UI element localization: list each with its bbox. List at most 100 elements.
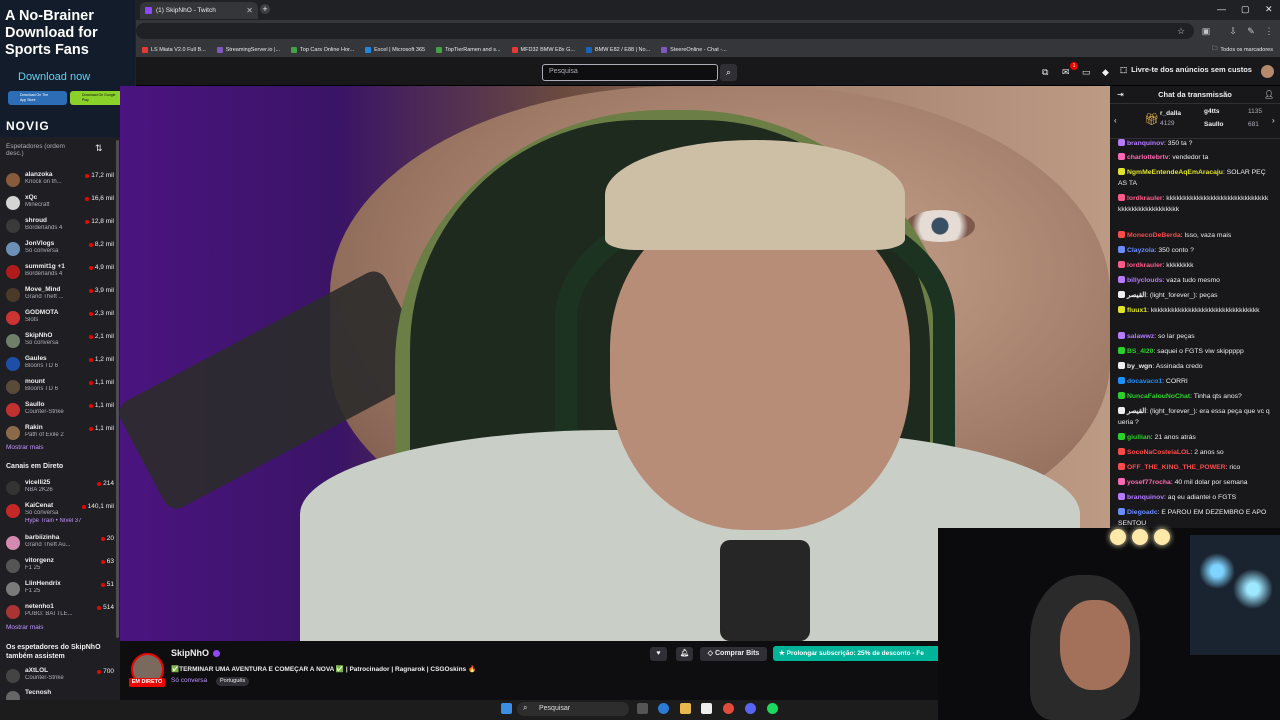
collapse-chat-icon[interactable]: ⇥ xyxy=(1117,90,1124,99)
bookmark-item[interactable]: StreamingServer.io |... xyxy=(216,46,280,53)
browser-menu-icon[interactable]: ⋮ xyxy=(1262,24,1276,38)
bookmark-item[interactable]: SteereOnline - Chat -... xyxy=(661,46,727,53)
sidebar-channel[interactable]: Move_Mind Grand Theft ... 3,9 mil xyxy=(0,284,114,307)
chat-username[interactable]: branquinov xyxy=(1127,494,1164,501)
new-tab-button[interactable]: + xyxy=(260,4,270,14)
chat-username[interactable]: BS_4l20 xyxy=(1127,348,1153,355)
start-menu-icon[interactable] xyxy=(501,703,512,714)
language-tag[interactable]: Português xyxy=(216,677,250,686)
download-icon[interactable]: ⇩ xyxy=(1226,24,1240,38)
chat-username[interactable]: القيصر xyxy=(1127,408,1146,415)
bookmark-star-icon[interactable]: ☆ xyxy=(1174,24,1188,38)
gifter-name[interactable]: Saullo xyxy=(1204,121,1224,128)
taskbar-search-input[interactable]: Pesquisar xyxy=(517,702,629,716)
sidebar-channel[interactable]: SkipNhO Só conversa 2,1 mil xyxy=(0,330,114,353)
bits-icon[interactable]: ◆ xyxy=(1102,67,1109,78)
inbox-icon[interactable]: ✉ xyxy=(1062,67,1070,78)
sidebar-channel[interactable]: vitorgenz F1 25 63 xyxy=(0,555,114,578)
chevron-left-icon[interactable]: ‹ xyxy=(1114,116,1117,125)
gifter-name[interactable]: r_dalla xyxy=(1160,110,1181,117)
chat-username[interactable]: SocoNaCosteiaLOL xyxy=(1127,449,1190,456)
sidebar-channel[interactable]: alanzoka Knock on th... 17,2 mil xyxy=(0,169,114,192)
close-window-icon[interactable]: ✕ xyxy=(1265,4,1273,15)
show-more-followed-link[interactable]: Mostrar mais xyxy=(6,444,44,451)
discord-icon[interactable] xyxy=(745,703,756,714)
show-more-live-link[interactable]: Mostrar mais xyxy=(6,624,44,631)
chat-username[interactable]: by_wgn xyxy=(1127,363,1152,370)
sidebar-scrollbar[interactable] xyxy=(116,140,119,638)
sidebar-channel[interactable]: summit1g +1 Borderlands 4 4,9 mil xyxy=(0,261,114,284)
app-store-button[interactable]: Download On The App Store xyxy=(8,91,67,105)
chat-username[interactable]: Clayzola xyxy=(1127,247,1155,254)
sidebar-channel[interactable]: Saullo Counter-Strike 1,1 mil xyxy=(0,399,114,422)
sidebar-channel[interactable]: Tecnosh xyxy=(0,687,114,700)
bookmark-item[interactable]: BMW E82 / E88 | No... xyxy=(585,46,650,53)
address-bar[interactable] xyxy=(136,23,1194,39)
sidebar-channel[interactable]: netenho1 PUBG: BATTLE... 514 xyxy=(0,601,114,624)
chat-username[interactable]: fluux1 xyxy=(1127,307,1147,314)
search-input[interactable]: Pesquisa xyxy=(542,64,718,81)
chat-username[interactable]: charlottebrtv xyxy=(1127,154,1169,161)
sidebar-channel[interactable]: xQc Minecraft 16,6 mil xyxy=(0,192,114,215)
chat-username[interactable]: giullian xyxy=(1127,434,1151,441)
chat-username[interactable]: docavaco1 xyxy=(1127,378,1162,385)
follow-heart-button[interactable]: ♥ xyxy=(650,647,667,661)
user-avatar[interactable] xyxy=(1261,65,1274,78)
sidebar-channel[interactable]: GODMOTA Slots 2,3 mil xyxy=(0,307,114,330)
spotify-icon[interactable] xyxy=(767,703,778,714)
prime-loot-icon[interactable]: ⧉ xyxy=(1042,67,1048,78)
chat-username[interactable]: Diegoadc xyxy=(1127,509,1158,516)
sidebar-channel[interactable]: vicelli25 NBA 2K26 214 xyxy=(0,477,114,500)
gifter-name[interactable]: g4tts xyxy=(1204,108,1220,115)
edge-icon[interactable] xyxy=(658,703,669,714)
sort-toggle-icon[interactable]: ⇅ xyxy=(95,143,103,154)
sidebar-channel[interactable]: barbiizinha Grand Theft Au... 20 xyxy=(0,532,114,555)
chrome-icon[interactable] xyxy=(723,703,734,714)
pen-icon[interactable]: ✎ xyxy=(1244,24,1258,38)
browser-tab[interactable]: (1) SkipNhO - Twitch ✕ xyxy=(140,2,258,19)
chat-username[interactable]: branquinov xyxy=(1127,140,1164,147)
extend-subscription-button[interactable]: ★ Prolongar subscrição: 25% de desconto … xyxy=(773,646,943,661)
all-bookmarks-folder[interactable]: 🗀 Todos os marcadores xyxy=(1212,45,1273,54)
close-tab-icon[interactable]: ✕ xyxy=(246,6,253,15)
sidebar-channel[interactable]: KaiCenat Só conversa Hype Train • Nível 37… xyxy=(0,500,114,530)
chat-username[interactable]: MonecoDeBerda xyxy=(1127,232,1181,239)
sidebar-channel[interactable]: mount Bloons TD 6 1,1 mil xyxy=(0,376,114,399)
chevron-right-icon[interactable]: › xyxy=(1272,116,1275,125)
minimize-icon[interactable]: — xyxy=(1217,4,1226,14)
whispers-icon[interactable]: ▭ xyxy=(1082,67,1091,78)
ad-download-link[interactable]: Download now xyxy=(18,71,90,83)
store-icon[interactable] xyxy=(701,703,712,714)
chat-users-icon[interactable]: 👤︎ xyxy=(1264,90,1274,99)
chat-username[interactable]: OFF_THE_KING_THE_POWER xyxy=(1127,464,1226,471)
bookmark-item[interactable]: MFD32 BMW E8x G... xyxy=(511,46,575,53)
chat-username[interactable]: billyclouds xyxy=(1127,277,1163,284)
sidebar-channel[interactable]: aXtLOL Counter-Strike 700 xyxy=(0,665,114,688)
bookmark-item[interactable]: TopTierRamen and s... xyxy=(436,46,501,53)
streamer-name[interactable]: SkipNhO xyxy=(171,648,221,658)
sidebar-channel[interactable]: LlinHendrix F1 25 51 xyxy=(0,578,114,601)
chat-username[interactable]: lordkrauler xyxy=(1127,262,1163,269)
bookmark-item[interactable]: Excel | Microsoft 365 xyxy=(365,46,425,53)
maximize-icon[interactable]: ▢ xyxy=(1241,4,1250,15)
chat-username[interactable]: NgmMeEntendeAqEmAracaju xyxy=(1127,169,1223,176)
buy-bits-button[interactable]: ◇ Comprar Bits xyxy=(700,647,767,661)
chat-username[interactable]: yosef77rocha xyxy=(1127,479,1171,486)
task-view-icon[interactable] xyxy=(637,703,648,714)
chat-username[interactable]: salawwz xyxy=(1127,333,1154,340)
search-button[interactable]: ⌕ xyxy=(720,64,737,81)
chat-username[interactable]: NuncaFalouNoChat xyxy=(1127,393,1190,400)
sidebar-channel[interactable]: JonVlogs Só conversa 8,2 mil xyxy=(0,238,114,261)
bookmark-item[interactable]: LS Miata V2.0 Full B... xyxy=(142,46,206,53)
sidebar-channel[interactable]: Rakin Path of Exile 2 1,1 mil xyxy=(0,422,114,445)
extensions-icon[interactable]: ▣ xyxy=(1199,24,1213,38)
bookmark-item[interactable]: Top Cars Online Hor... xyxy=(291,46,354,53)
sidebar-channel[interactable]: Gaules Bloons TD 6 1,2 mil xyxy=(0,353,114,376)
chat-username[interactable]: القيصر xyxy=(1127,292,1146,299)
stream-category-link[interactable]: Só conversa xyxy=(171,677,207,684)
sidebar-channel[interactable]: shroud Borderlands 4 12,8 mil xyxy=(0,215,114,238)
ad-free-button[interactable]: ⬚ Livre-te dos anúncios sem custos xyxy=(1120,65,1252,74)
file-explorer-icon[interactable] xyxy=(680,703,691,714)
chat-username[interactable]: lordkrauler xyxy=(1127,195,1163,202)
notifications-bell-button[interactable]: 🔔︎ xyxy=(676,647,693,661)
